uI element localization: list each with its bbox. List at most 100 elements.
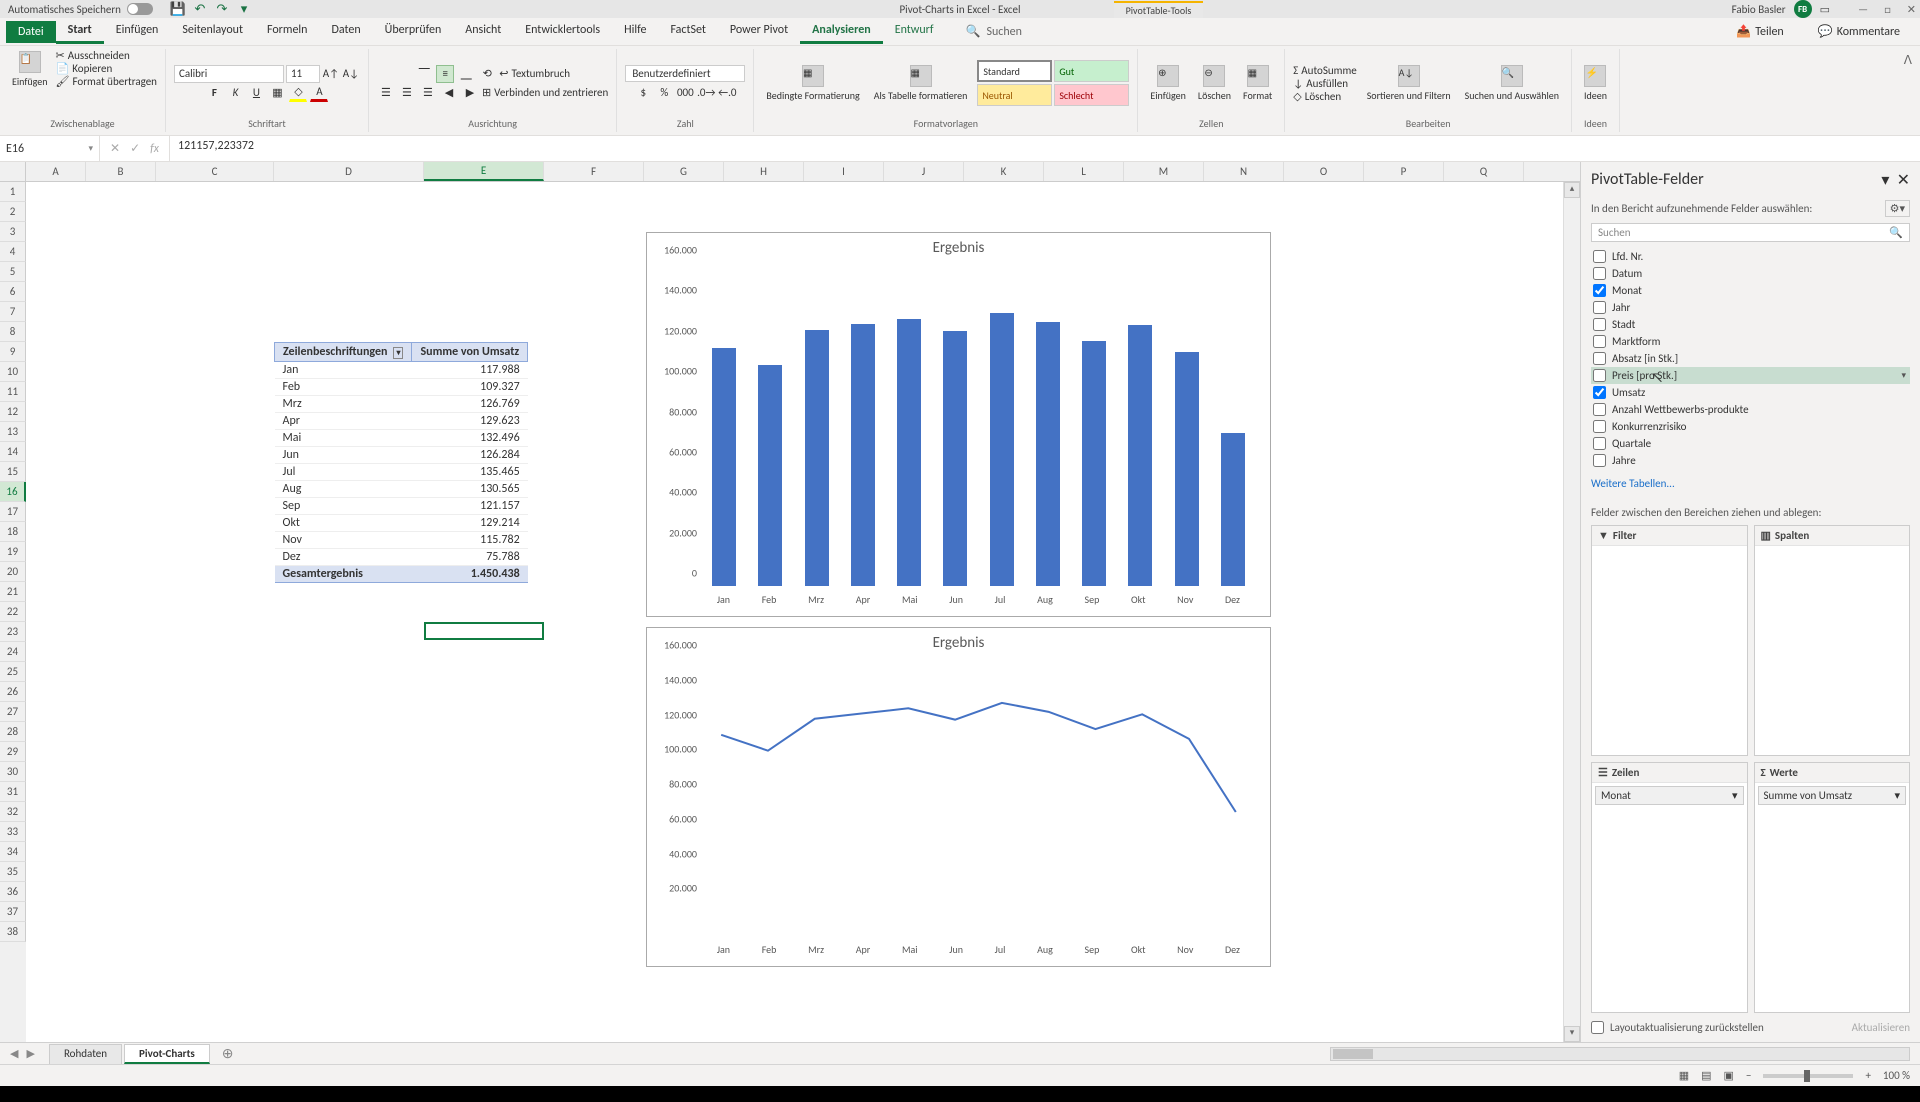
chevron-down-icon[interactable]: ▾: [1732, 789, 1738, 802]
field-checkbox[interactable]: [1593, 352, 1606, 365]
pivot-row[interactable]: Nov115.782: [275, 532, 528, 549]
sort-filter-button[interactable]: A↓Sortieren und Filtern: [1363, 63, 1455, 104]
comments-button[interactable]: 💬 Kommentare: [1808, 22, 1910, 41]
redo-icon[interactable]: ↷: [215, 2, 229, 16]
insert-cells-button[interactable]: ⊕Einfügen: [1146, 63, 1190, 104]
fill-color-button[interactable]: ◇: [289, 84, 307, 102]
align-left-icon[interactable]: ☰: [377, 84, 395, 102]
formula-input[interactable]: 121157,223372: [170, 136, 1920, 161]
pivot-row[interactable]: Aug130.565: [275, 481, 528, 498]
column-header[interactable]: L: [1044, 162, 1124, 181]
delete-cells-button[interactable]: ⊖Löschen: [1194, 63, 1235, 104]
zoom-slider[interactable]: [1763, 1074, 1853, 1078]
row-header[interactable]: 4: [0, 242, 26, 262]
filter-dropdown-icon[interactable]: ▾: [393, 347, 403, 359]
row-header[interactable]: 14: [0, 442, 26, 462]
pivot-table[interactable]: Zeilenbeschriftungen▾ Summe von Umsatz J…: [274, 342, 528, 583]
enter-formula-icon[interactable]: ✓: [130, 141, 140, 156]
increase-font-icon[interactable]: A↑: [322, 65, 340, 83]
pivot-row[interactable]: Sep121.157: [275, 498, 528, 515]
field-checkbox[interactable]: [1593, 420, 1606, 433]
tab-entwicklertools[interactable]: Entwicklertools: [513, 19, 612, 44]
italic-button[interactable]: K: [226, 84, 244, 102]
tab-hilfe[interactable]: Hilfe: [612, 19, 658, 44]
tab-einfügen[interactable]: Einfügen: [104, 19, 171, 44]
style-neutral[interactable]: Neutral: [977, 84, 1052, 106]
row-header[interactable]: 15: [0, 462, 26, 482]
tab-factset[interactable]: FactSet: [658, 19, 717, 44]
merge-center-button[interactable]: ⊞ Verbinden und zentrieren: [482, 84, 608, 102]
column-header[interactable]: H: [724, 162, 804, 181]
values-area[interactable]: ΣWerte Summe von Umsatz▾: [1754, 762, 1911, 1014]
maximize-button[interactable]: □: [1884, 3, 1891, 16]
field-item[interactable]: Jahr: [1591, 299, 1910, 316]
field-checkbox[interactable]: [1593, 335, 1606, 348]
field-item[interactable]: Preis [pro Stk.]▾↖: [1591, 367, 1910, 384]
row-header[interactable]: 20: [0, 562, 26, 582]
column-header[interactable]: N: [1204, 162, 1284, 181]
bar[interactable]: [943, 331, 967, 586]
row-header[interactable]: 26: [0, 682, 26, 702]
collapse-ribbon-icon[interactable]: ᐱ: [1896, 49, 1920, 132]
column-header[interactable]: D: [274, 162, 424, 181]
row-header[interactable]: 24: [0, 642, 26, 662]
bar[interactable]: [1128, 325, 1152, 586]
row-header[interactable]: 38: [0, 922, 26, 942]
row-header[interactable]: 6: [0, 282, 26, 302]
font-family-select[interactable]: Calibri: [174, 65, 284, 83]
column-header[interactable]: C: [156, 162, 274, 181]
row-header[interactable]: 28: [0, 722, 26, 742]
row-header[interactable]: 23: [0, 622, 26, 642]
field-item[interactable]: Absatz [in Stk.]: [1591, 350, 1910, 367]
bar[interactable]: [1175, 352, 1199, 586]
zoom-in-button[interactable]: +: [1865, 1069, 1870, 1082]
format-cells-button[interactable]: ▦Format: [1239, 63, 1276, 104]
row-header[interactable]: 2: [0, 202, 26, 222]
line-series[interactable]: [721, 703, 1236, 812]
close-button[interactable]: ✕: [1907, 3, 1916, 16]
row-header[interactable]: 36: [0, 882, 26, 902]
field-item[interactable]: Marktform: [1591, 333, 1910, 350]
cancel-formula-icon[interactable]: ✕: [110, 141, 120, 156]
field-item[interactable]: Konkurrenzrisiko: [1591, 418, 1910, 435]
zoom-level[interactable]: 100 %: [1883, 1069, 1910, 1082]
find-select-button[interactable]: 🔍Suchen und Auswählen: [1461, 63, 1563, 104]
row-header[interactable]: 9: [0, 342, 26, 362]
field-checkbox[interactable]: [1593, 318, 1606, 331]
row-header[interactable]: 32: [0, 802, 26, 822]
wrap-text-button[interactable]: ↩ Textumbruch: [499, 65, 570, 83]
tab-analysieren[interactable]: Analysieren: [800, 19, 883, 44]
underline-button[interactable]: U: [247, 84, 265, 102]
filters-area[interactable]: ▼Filter: [1591, 525, 1748, 756]
field-checkbox[interactable]: [1593, 284, 1606, 297]
file-tab[interactable]: Datei: [6, 21, 56, 43]
save-icon[interactable]: 💾: [171, 2, 185, 16]
defer-layout-checkbox[interactable]: [1591, 1021, 1604, 1034]
chevron-down-icon[interactable]: ▾: [1901, 370, 1906, 381]
align-center-icon[interactable]: ☰: [398, 84, 416, 102]
name-box[interactable]: E16: [0, 136, 100, 161]
row-header[interactable]: 5: [0, 262, 26, 282]
border-button[interactable]: ▦: [268, 84, 286, 102]
ideas-button[interactable]: ⚡Ideen: [1580, 63, 1611, 104]
pivot-row[interactable]: Mai132.496: [275, 430, 528, 447]
pivot-row[interactable]: Jul135.465: [275, 464, 528, 481]
field-checkbox[interactable]: [1593, 369, 1606, 382]
more-tables-link[interactable]: Weitere Tabellen...: [1591, 477, 1910, 490]
decrease-font-icon[interactable]: A↓: [342, 65, 360, 83]
column-header[interactable]: B: [86, 162, 156, 181]
row-header[interactable]: 37: [0, 902, 26, 922]
indent-decrease-icon[interactable]: ◀: [440, 84, 458, 102]
row-header[interactable]: 17: [0, 502, 26, 522]
column-header[interactable]: A: [26, 162, 86, 181]
column-header[interactable]: F: [544, 162, 644, 181]
page-layout-view-icon[interactable]: ▤: [1701, 1069, 1711, 1082]
pivot-row[interactable]: Okt129.214: [275, 515, 528, 532]
share-button[interactable]: 📤 Teilen: [1726, 22, 1794, 41]
number-format-select[interactable]: Benutzerdefiniert: [625, 65, 745, 82]
bar[interactable]: [990, 313, 1014, 586]
orientation-icon[interactable]: ⟲: [478, 65, 496, 83]
qat-customize-icon[interactable]: ▾: [237, 2, 251, 16]
field-item[interactable]: Lfd. Nr.: [1591, 248, 1910, 265]
worksheet-grid[interactable]: ABCDEFGHIJKLMNOPQ 1234567891011121314151…: [0, 162, 1580, 1042]
